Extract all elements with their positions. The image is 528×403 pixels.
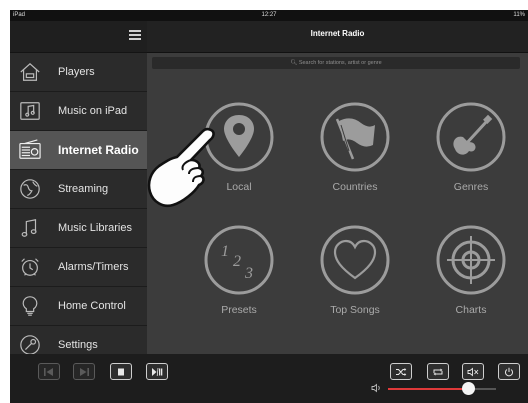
- sidebar-item-label: Settings: [58, 339, 98, 351]
- clock: 12:27: [261, 12, 277, 18]
- skip-back-icon: [44, 367, 53, 376]
- globe-icon: [19, 178, 41, 200]
- sidebar-item-music-on-ipad[interactable]: Music on iPad: [10, 92, 147, 131]
- tile-label: Top Songs: [330, 304, 380, 316]
- sidebar-item-label: Internet Radio: [58, 143, 139, 157]
- stop-icon: [118, 368, 124, 375]
- double-note-icon: [19, 217, 41, 239]
- sidebar-item-players[interactable]: Players: [10, 53, 147, 92]
- stop-button[interactable]: [110, 363, 132, 380]
- sidebar-item-label: Streaming: [58, 183, 109, 195]
- tile-genres[interactable]: Genres: [431, 101, 511, 197]
- tile-label: Genres: [453, 181, 489, 193]
- mute-button[interactable]: [462, 363, 484, 380]
- battery-level: 11%: [513, 12, 525, 18]
- power-icon: [505, 367, 513, 376]
- next-button[interactable]: [73, 363, 95, 380]
- sidebar-item-internet-radio[interactable]: Internet Radio: [10, 131, 147, 170]
- sidebar-item-home-control[interactable]: Home Control: [10, 287, 147, 326]
- svg-text:3: 3: [244, 265, 253, 282]
- skip-forward-icon: [80, 367, 89, 376]
- search-input[interactable]: 🔍︎ Search for stations, artist or genre: [152, 57, 520, 69]
- play-pause-button[interactable]: [146, 363, 168, 380]
- sidebar-item-label: Music Libraries: [58, 222, 132, 234]
- svg-text:2: 2: [233, 253, 241, 270]
- shuffle-icon: [396, 367, 407, 376]
- previous-button[interactable]: [38, 363, 60, 380]
- repeat-button[interactable]: [427, 363, 449, 380]
- sidebar-item-alarms-timers[interactable]: Alarms/Timers: [10, 248, 147, 287]
- search-icon: 🔍︎: [290, 60, 298, 66]
- sidebar-item-label: Music on iPad: [58, 105, 128, 117]
- alarm-clock-icon: [19, 256, 41, 278]
- volume-slider-fill: [388, 388, 468, 390]
- pointing-hand-icon: [147, 127, 215, 208]
- flag-icon: [320, 102, 390, 172]
- page-title: Internet Radio: [147, 21, 528, 53]
- speaker-mute-icon: [467, 367, 479, 376]
- tile-countries[interactable]: Countries: [315, 101, 395, 197]
- volume-slider[interactable]: [388, 382, 496, 395]
- sidebar-item-label: Alarms/Timers: [58, 261, 129, 273]
- guitar-icon: [436, 102, 506, 172]
- tile-label: Charts: [455, 304, 487, 316]
- radio-icon: [19, 139, 41, 161]
- play-pause-icon: [152, 367, 163, 376]
- volume-icon: [371, 383, 380, 393]
- heart-icon: [320, 225, 390, 295]
- sidebar-item-label: Players: [58, 66, 95, 78]
- search-placeholder: Search for stations, artist or genre: [298, 60, 382, 66]
- repeat-icon: [433, 368, 443, 375]
- tile-label: Countries: [332, 181, 378, 193]
- sidebar-item-streaming[interactable]: Streaming: [10, 170, 147, 209]
- sidebar-header: [10, 21, 147, 53]
- tile-charts[interactable]: Charts: [431, 224, 511, 320]
- music-note-icon: [19, 100, 41, 122]
- status-bar: iPad 12:27 11%: [10, 10, 528, 21]
- tile-presets[interactable]: 1 2 3 Presets: [199, 224, 279, 320]
- sidebar-item-music-libraries[interactable]: Music Libraries: [10, 209, 147, 248]
- playback-toolbar: [10, 354, 528, 403]
- numbers-123-icon: 1 2 3: [204, 225, 274, 295]
- ipad-screen: iPad 12:27 11% Players Music on iPad Int…: [10, 10, 528, 403]
- sidebar: Players Music on iPad Internet Radio Str…: [10, 21, 147, 364]
- lightbulb-icon: [19, 295, 41, 317]
- svg-text:1: 1: [221, 243, 229, 260]
- tile-label: Presets: [221, 304, 257, 316]
- house-icon: [19, 61, 41, 83]
- target-icon: [436, 225, 506, 295]
- volume-slider-handle[interactable]: [461, 382, 475, 395]
- hamburger-menu-icon[interactable]: [129, 30, 141, 40]
- power-button[interactable]: [498, 363, 520, 380]
- sidebar-item-label: Home Control: [58, 300, 126, 312]
- wrench-icon: [19, 334, 41, 356]
- shuffle-button[interactable]: [390, 363, 412, 380]
- tile-top-songs[interactable]: Top Songs: [315, 224, 395, 320]
